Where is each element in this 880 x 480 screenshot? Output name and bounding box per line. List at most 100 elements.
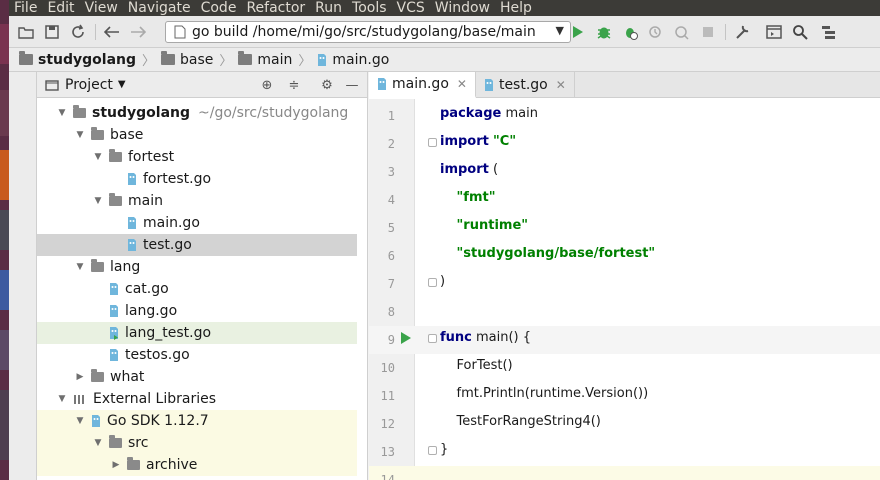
stop-button[interactable] bbox=[699, 23, 717, 41]
code-line[interactable]: 2 import "C" bbox=[369, 130, 880, 158]
fold-marker-icon[interactable] bbox=[428, 446, 437, 455]
chevron-down-icon[interactable]: ▼ bbox=[75, 416, 85, 426]
project-panel-title[interactable]: Project bbox=[65, 77, 113, 93]
tree-item-cat-go[interactable]: cat.go bbox=[37, 278, 357, 300]
open-folder-icon bbox=[18, 27, 34, 39]
tree-item-lang-go[interactable]: lang.go bbox=[37, 300, 357, 322]
menu-window[interactable]: Window bbox=[430, 0, 495, 16]
tree-item-fortest[interactable]: ▼ fortest bbox=[37, 146, 357, 168]
tree-item-external-libraries[interactable]: ▼ External Libraries bbox=[37, 388, 357, 410]
tree-item-main-go[interactable]: main.go bbox=[37, 212, 357, 234]
breadcrumb-item-studygolang[interactable]: studygolang bbox=[19, 51, 136, 68]
code-line[interactable]: 1 package main bbox=[369, 102, 880, 130]
chevron-down-icon[interactable]: ▼ bbox=[57, 108, 67, 118]
tree-item-label: base bbox=[110, 127, 144, 143]
hide-panel-icon[interactable]: — bbox=[344, 77, 360, 93]
breadcrumb-item-base[interactable]: base bbox=[161, 51, 213, 68]
tree-item-test-go[interactable]: test.go bbox=[37, 234, 357, 256]
chevron-right-icon[interactable]: ▶ bbox=[111, 460, 121, 470]
debug-button[interactable] bbox=[595, 23, 613, 41]
tree-item-base[interactable]: ▼ base bbox=[37, 124, 357, 146]
fold-marker-icon[interactable] bbox=[428, 138, 437, 147]
menu-view[interactable]: View bbox=[80, 0, 123, 16]
code-line[interactable]: 12 TestForRangeString4() bbox=[369, 410, 880, 438]
tree-item-lang[interactable]: ▼ lang bbox=[37, 256, 357, 278]
tree-item-src[interactable]: ▼ src bbox=[37, 432, 357, 454]
menu-refactor[interactable]: Refactor bbox=[241, 0, 310, 16]
project-structure-button[interactable] bbox=[765, 23, 783, 41]
code-line[interactable]: 9 func main() { bbox=[369, 326, 880, 354]
chevron-right-icon[interactable]: ▶ bbox=[75, 372, 85, 382]
run-button[interactable] bbox=[569, 23, 587, 41]
locate-file-icon[interactable]: ⊕ bbox=[259, 77, 275, 93]
breadcrumb-item-main-go[interactable]: main.go bbox=[317, 52, 389, 68]
menu-file[interactable]: File bbox=[9, 0, 42, 16]
settings-button[interactable] bbox=[733, 23, 751, 41]
menu-edit[interactable]: Edit bbox=[42, 0, 79, 16]
menu-code[interactable]: Code bbox=[196, 0, 242, 16]
run-gutter-icon[interactable] bbox=[401, 332, 411, 344]
gear-icon[interactable]: ⚙ bbox=[319, 77, 335, 93]
coverage-button[interactable] bbox=[621, 23, 639, 41]
breadcrumb-separator: 〉 bbox=[298, 54, 312, 69]
tree-item-main[interactable]: ▼ main bbox=[37, 190, 357, 212]
chevron-down-icon: ▼ bbox=[555, 24, 564, 37]
code-line[interactable]: 10 ForTest() bbox=[369, 354, 880, 382]
menu-navigate[interactable]: Navigate bbox=[123, 0, 196, 16]
breadcrumb-item-main[interactable]: main bbox=[238, 51, 292, 68]
close-icon[interactable]: ✕ bbox=[457, 77, 467, 91]
code-line[interactable]: 8 bbox=[369, 298, 880, 326]
profile-button[interactable] bbox=[647, 23, 665, 41]
fold-marker-icon[interactable] bbox=[428, 334, 437, 343]
close-icon[interactable]: ✕ bbox=[556, 78, 566, 92]
code-line[interactable]: 3 import ( bbox=[369, 158, 880, 186]
chevron-down-icon[interactable]: ▼ bbox=[118, 79, 126, 90]
run-configuration-select[interactable]: go build /home/mi/go/src/studygolang/bas… bbox=[165, 21, 571, 43]
open-folder-button[interactable] bbox=[17, 23, 35, 41]
back-button[interactable] bbox=[103, 23, 121, 41]
tree-item-testos-go[interactable]: testos.go bbox=[37, 344, 357, 366]
code-token: ) bbox=[440, 274, 446, 289]
tree-item-archive[interactable]: ▶ archive bbox=[37, 454, 357, 476]
fold-marker-icon[interactable] bbox=[428, 278, 437, 287]
code-line[interactable]: 14 bbox=[369, 466, 880, 480]
chevron-down-icon[interactable]: ▼ bbox=[57, 394, 67, 404]
tab-test-go[interactable]: test.go ✕ bbox=[476, 72, 575, 98]
menu-tools[interactable]: Tools bbox=[347, 0, 392, 16]
chevron-down-icon[interactable]: ▼ bbox=[75, 130, 85, 140]
folder-icon bbox=[91, 369, 104, 382]
chevron-down-icon[interactable]: ▼ bbox=[93, 196, 103, 206]
tree-item-go-sdk-1-12-7[interactable]: ▼ Go SDK 1.12.7 bbox=[37, 410, 357, 432]
menu-help[interactable]: Help bbox=[495, 0, 537, 16]
event-log-button[interactable] bbox=[821, 23, 839, 41]
code-line[interactable]: 4 "fmt" bbox=[369, 186, 880, 214]
code-line[interactable]: 5 "runtime" bbox=[369, 214, 880, 242]
chevron-down-icon[interactable]: ▼ bbox=[93, 438, 103, 448]
folder-icon bbox=[109, 193, 122, 206]
tree-item-studygolang[interactable]: ▼ studygolang ~/go/src/studygolang bbox=[37, 102, 357, 124]
chevron-down-icon[interactable]: ▼ bbox=[93, 152, 103, 162]
tree-item-fortest-go[interactable]: fortest.go bbox=[37, 168, 357, 190]
line-number: 13 bbox=[380, 445, 395, 459]
tree-item-what[interactable]: ▶ what bbox=[37, 366, 357, 388]
menu-run[interactable]: Run bbox=[310, 0, 347, 16]
save-all-button[interactable] bbox=[43, 23, 61, 41]
menu-vcs[interactable]: VCS bbox=[392, 0, 430, 16]
tab-main-go[interactable]: main.go ✕ bbox=[369, 72, 476, 98]
collapse-all-icon[interactable]: ≑ bbox=[286, 77, 302, 93]
sync-button[interactable] bbox=[69, 23, 87, 41]
code-line[interactable]: 6 "studygolang/base/fortest" bbox=[369, 242, 880, 270]
chevron-down-icon[interactable]: ▼ bbox=[75, 262, 85, 272]
search-everywhere-button[interactable] bbox=[791, 23, 809, 41]
launcher-item bbox=[0, 210, 9, 250]
tree-item-lang-test-go[interactable]: lang_test.go bbox=[37, 322, 357, 344]
launcher-item bbox=[0, 90, 9, 136]
code-line[interactable]: 13} bbox=[369, 438, 880, 466]
forward-button[interactable] bbox=[129, 23, 147, 41]
tree-item-label: cat.go bbox=[125, 281, 169, 297]
code-line[interactable]: 11 fmt.Println(runtime.Version()) bbox=[369, 382, 880, 410]
code-text: } bbox=[440, 442, 448, 457]
code-line[interactable]: 7) bbox=[369, 270, 880, 298]
attach-button[interactable] bbox=[673, 23, 691, 41]
